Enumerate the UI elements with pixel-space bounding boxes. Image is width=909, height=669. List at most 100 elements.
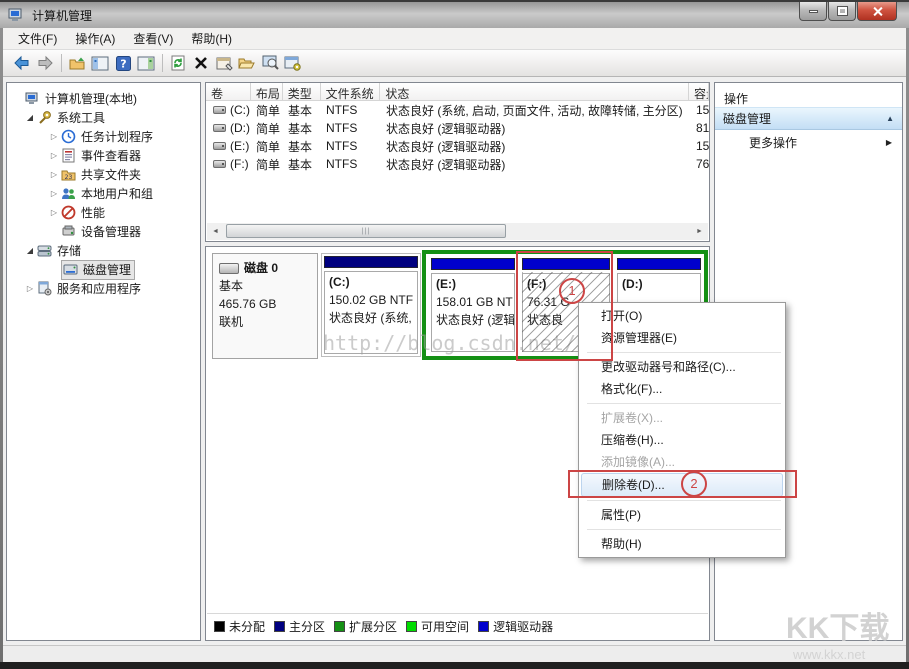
menu-item-change-drive-letter[interactable]: 更改驱动器号和路径(C)...	[581, 356, 783, 378]
column-header-filesystem[interactable]: 文件系统	[321, 83, 381, 100]
expand-collapse-icon[interactable]: ◢	[23, 246, 37, 255]
menu-help[interactable]: 帮助(H)	[182, 28, 241, 49]
volume-type: 基本	[283, 120, 321, 137]
legend-swatch	[274, 621, 285, 632]
menu-view[interactable]: 查看(V)	[124, 28, 182, 49]
action-pane-button[interactable]	[135, 52, 157, 74]
tree-item-storage[interactable]: ◢ 存储	[7, 241, 200, 260]
expand-collapse-icon[interactable]: ▷	[47, 170, 61, 179]
menu-item-help[interactable]: 帮助(H)	[581, 533, 783, 555]
expand-collapse-icon[interactable]: ▷	[47, 208, 61, 217]
tree-item-task-scheduler[interactable]: ▷ 任务计划程序	[7, 127, 200, 146]
disk-management-icon	[63, 262, 78, 277]
display-button[interactable]	[259, 52, 281, 74]
properties-icon	[216, 56, 233, 71]
minimize-button[interactable]	[799, 2, 827, 21]
expand-collapse-icon[interactable]: ▷	[47, 151, 61, 160]
scrollbar-thumb[interactable]: |||	[226, 224, 506, 238]
tree-item-event-viewer[interactable]: ▷ 事件查看器	[7, 146, 200, 165]
volume-capacity: 76	[691, 157, 710, 171]
legend-label: 主分区	[289, 618, 325, 635]
up-folder-button[interactable]	[66, 52, 88, 74]
open-folder-button[interactable]	[236, 52, 258, 74]
expand-collapse-icon[interactable]: ▷	[23, 284, 37, 293]
tree-item-computer-management[interactable]: 计算机管理(本地)	[7, 89, 200, 108]
tree-label: 存储	[57, 242, 81, 259]
expand-collapse-icon[interactable]: ▷	[47, 132, 61, 141]
column-header-capacity[interactable]: 容量	[689, 83, 709, 100]
column-header-type[interactable]: 类型	[283, 83, 321, 100]
tree-item-disk-management[interactable]: 磁盘管理	[7, 260, 200, 279]
column-header-volume[interactable]: 卷	[206, 83, 251, 100]
menu-item-format[interactable]: 格式化(F)...	[581, 378, 783, 400]
menu-item-delete-volume[interactable]: 删除卷(D)...	[581, 473, 783, 497]
properties-button[interactable]	[213, 52, 235, 74]
legend-label: 逻辑驱动器	[493, 618, 553, 635]
tree-item-local-users-groups[interactable]: ▷ 本地用户和组	[7, 184, 200, 203]
tree-label: 系统工具	[57, 109, 105, 126]
menu-separator	[587, 529, 781, 530]
tree-item-performance[interactable]: ▷ 性能	[7, 203, 200, 222]
shared-folders-icon: 23	[61, 167, 76, 182]
volume-fs: NTFS	[321, 139, 381, 153]
volume-row-e[interactable]: (E:) 简单 基本 NTFS 状态良好 (逻辑驱动器) 15	[206, 137, 709, 155]
menu-item-explorer[interactable]: 资源管理器(E)	[581, 327, 783, 349]
volume-capacity: 15	[691, 103, 710, 117]
expand-collapse-icon[interactable]: ▷	[47, 189, 61, 198]
expand-collapse-icon[interactable]: ◢	[23, 113, 37, 122]
tree-item-services-applications[interactable]: ▷ 服务和应用程序	[7, 279, 200, 298]
device-manager-icon	[61, 224, 76, 239]
minimize-icon	[809, 10, 818, 13]
forward-button[interactable]	[34, 52, 56, 74]
more-actions-item[interactable]: 更多操作 ▶	[715, 130, 902, 154]
delete-icon	[194, 56, 208, 70]
horizontal-scrollbar[interactable]: ◄ ||| ►	[207, 223, 708, 240]
scrollbar-track[interactable]: |||	[224, 223, 691, 240]
system-tools-icon	[37, 110, 52, 125]
toolbar: ?	[3, 50, 906, 77]
drive-icon	[213, 124, 226, 132]
help-button[interactable]: ?	[112, 52, 134, 74]
disk-size: 465.76 GB	[219, 295, 311, 313]
menu-action[interactable]: 操作(A)	[66, 28, 124, 49]
title-bar[interactable]: 计算机管理	[0, 2, 909, 28]
tree-item-system-tools[interactable]: ◢ 系统工具	[7, 108, 200, 127]
manage-button[interactable]	[282, 52, 304, 74]
volume-type: 基本	[283, 138, 321, 155]
volume-fs: NTFS	[321, 121, 381, 135]
menu-file[interactable]: 文件(F)	[9, 28, 66, 49]
help-icon: ?	[116, 56, 131, 71]
delete-button[interactable]	[190, 52, 212, 74]
display-icon	[262, 55, 279, 71]
menu-bar: 文件(F) 操作(A) 查看(V) 帮助(H)	[3, 28, 906, 50]
close-button[interactable]	[857, 2, 897, 21]
back-button[interactable]	[11, 52, 33, 74]
tree-label: 任务计划程序	[81, 128, 153, 145]
menu-item-properties[interactable]: 属性(P)	[581, 504, 783, 526]
partition-size: 150.02 GB NTF	[329, 291, 413, 309]
actions-section-disk-management[interactable]: 磁盘管理 ▲	[715, 107, 902, 130]
tree-item-device-manager[interactable]: 设备管理器	[7, 222, 200, 241]
column-header-status[interactable]: 状态	[380, 83, 689, 100]
volume-layout: 简单	[251, 138, 283, 155]
volume-row-d[interactable]: (D:) 简单 基本 NTFS 状态良好 (逻辑驱动器) 81	[206, 119, 709, 137]
console-tree-button[interactable]	[89, 52, 111, 74]
column-header-layout[interactable]: 布局	[251, 83, 283, 100]
collapse-arrow-icon[interactable]: ▲	[886, 114, 894, 123]
tree-item-shared-folders[interactable]: ▷ 23 共享文件夹	[7, 165, 200, 184]
scroll-right-button[interactable]: ►	[691, 223, 708, 240]
partition-name: (D:)	[622, 275, 696, 293]
selected-tree-item: 磁盘管理	[61, 260, 135, 280]
volume-row-c[interactable]: (C:) 简单 基本 NTFS 状态良好 (系统, 启动, 页面文件, 活动, …	[206, 101, 709, 119]
refresh-button[interactable]	[167, 52, 189, 74]
scroll-left-button[interactable]: ◄	[207, 223, 224, 240]
volume-row-f[interactable]: (F:) 简单 基本 NTFS 状态良好 (逻辑驱动器) 76	[206, 155, 709, 173]
restore-button[interactable]	[828, 2, 856, 21]
disk0-info-box[interactable]: 磁盘 0 基本 465.76 GB 联机	[212, 253, 318, 359]
disk-status: 联机	[219, 313, 311, 331]
more-actions-label: 更多操作	[749, 134, 886, 151]
menu-separator	[587, 403, 781, 404]
menu-item-open[interactable]: 打开(O)	[581, 305, 783, 327]
menu-item-shrink-volume[interactable]: 压缩卷(H)...	[581, 429, 783, 451]
console-tree-icon	[91, 56, 109, 71]
